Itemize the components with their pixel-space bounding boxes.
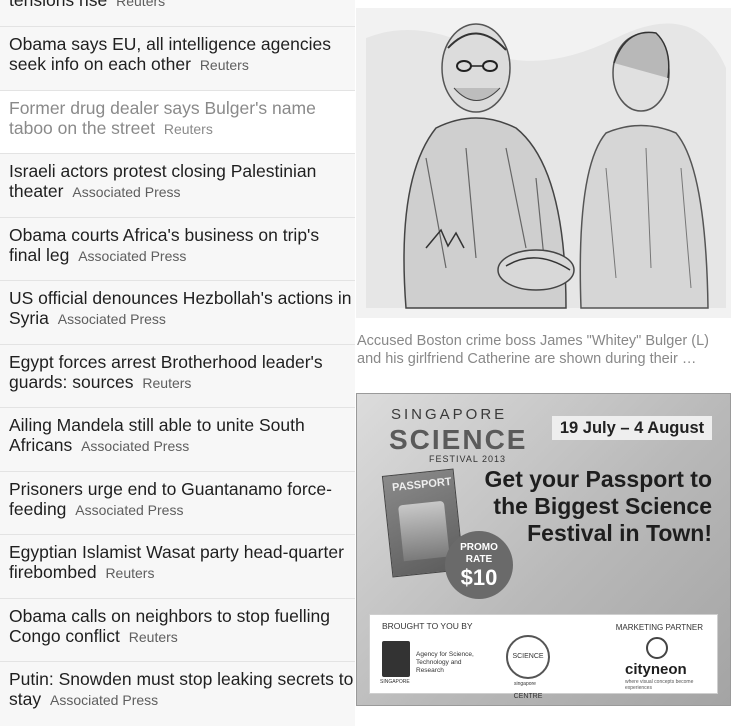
news-item[interactable]: Prisoners urge end to Guantanamo force-f… (0, 472, 355, 535)
promo-line1: PROMO (460, 542, 498, 553)
cityneon-logo: cityneon (625, 661, 687, 678)
news-item[interactable]: Obama courts Africa's business on trip's… (0, 218, 355, 281)
ad-sponsor-bar: BROUGHT TO YOU BY MARKETING PARTNER SING… (369, 614, 718, 700)
news-list: tensions rise Reuters Obama says EU, all … (0, 0, 355, 726)
news-item[interactable]: Egyptian Islamist Wasat party head-quart… (0, 535, 355, 599)
news-item[interactable]: Egypt forces arrest Brotherhood leader's… (0, 345, 355, 408)
news-item[interactable]: Ailing Mandela still able to unite South… (0, 408, 355, 472)
news-headline[interactable]: tensions rise (9, 0, 107, 10)
science-festival-logo: SINGAPORE SCIENCE FESTIVAL 2013 (371, 404, 525, 464)
cityneon-tagline: where visual concepts become experiences (625, 679, 694, 691)
news-item[interactable]: Obama calls on neighbors to stop fuellin… (0, 599, 355, 662)
promo-price: $10 (460, 565, 498, 590)
news-source: Associated Press (72, 184, 181, 200)
news-source: Reuters (163, 120, 213, 137)
feature-photo[interactable] (356, 8, 731, 318)
science-centre-name: SCIENCE CENTRE (512, 653, 544, 700)
promo-rate-badge: PROMO RATE $10 (445, 531, 513, 599)
news-headline[interactable]: Obama says EU, all intelligence agencies… (9, 34, 331, 74)
astar-logo (382, 641, 410, 677)
ad-headline: Get your Passport to the Biggest Science… (484, 466, 712, 546)
news-item[interactable]: US official denounces Hezbollah's action… (0, 281, 355, 345)
courtroom-sketch-illustration (356, 8, 731, 318)
photo-caption[interactable]: Accused Boston crime boss James "Whitey"… (357, 332, 727, 368)
passport-label: PASSPORT (391, 475, 453, 494)
astar-name: Agency for Science, Technology and Resea… (416, 651, 474, 674)
news-item[interactable]: Obama says EU, all intelligence agencies… (0, 27, 355, 91)
news-source: Reuters (128, 628, 178, 645)
news-source: Reuters (105, 565, 155, 581)
brought-by-label: BROUGHT TO YOU BY (382, 621, 473, 631)
news-source: Associated Press (78, 247, 187, 264)
news-item[interactable]: Former drug dealer says Bulger's name ta… (0, 90, 355, 154)
cityneon-logo-icon (646, 637, 668, 659)
news-item[interactable]: Israeli actors protest closing Palestini… (0, 154, 355, 218)
news-source: Reuters (142, 374, 192, 391)
news-source: Associated Press (57, 311, 166, 327)
news-source: Reuters (116, 0, 166, 9)
news-source: Associated Press (75, 501, 184, 518)
science-centre-logo: SCIENCE CENTRE (506, 635, 550, 700)
festival-dates: 19 July – 4 August (552, 416, 712, 440)
news-item[interactable]: tensions rise Reuters (0, 0, 355, 27)
news-source: Reuters (199, 57, 249, 73)
news-headline[interactable]: Former drug dealer says Bulger's name ta… (9, 98, 316, 138)
logo-main-text: SCIENCE (389, 424, 528, 455)
marketing-partner-label: MARKETING PARTNER (615, 623, 703, 632)
news-source: Associated Press (81, 438, 190, 454)
astar-sub: SINGAPORE (380, 679, 410, 685)
passport-artwork (398, 500, 450, 562)
science-centre-sub: singapore (514, 681, 536, 687)
logo-sub-text: FESTIVAL 2013 (429, 454, 507, 464)
news-source: Associated Press (49, 692, 159, 708)
science-festival-ad[interactable]: SINGAPORE SCIENCE FESTIVAL 2013 19 July … (356, 393, 731, 706)
news-headline[interactable]: Egyptian Islamist Wasat party head-quart… (9, 542, 344, 582)
logo-top-text: SINGAPORE (391, 406, 508, 423)
